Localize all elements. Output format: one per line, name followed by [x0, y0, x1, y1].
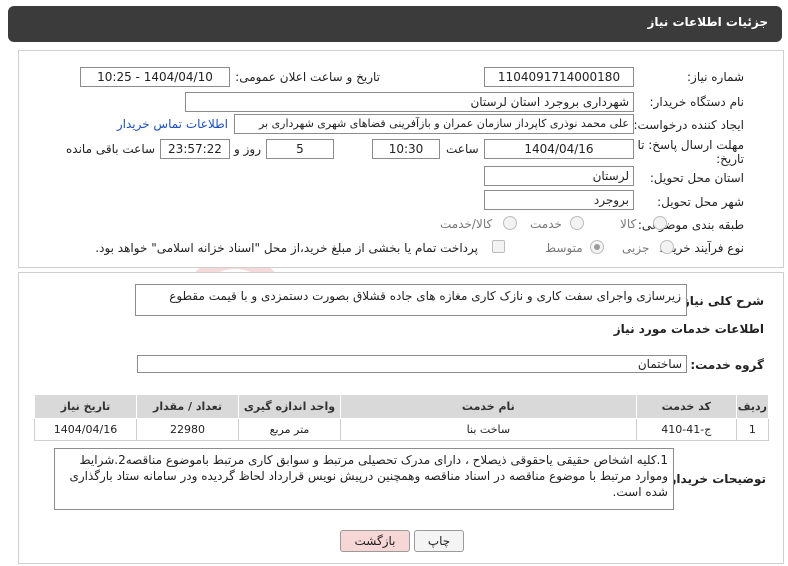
announce-date-field[interactable]: 1404/04/10 - 10:25: [80, 67, 230, 87]
summary-label: شرح کلی نیاز:: [678, 294, 764, 308]
city-field[interactable]: بروجرد: [484, 190, 634, 210]
remaining-label: ساعت باقی مانده: [66, 142, 156, 156]
service-group-field[interactable]: ساختمان: [137, 355, 687, 373]
cell-need-date: 1404/04/16: [33, 418, 138, 441]
col-need-date: تاریخ نیاز: [33, 394, 138, 419]
deadline-time-field[interactable]: 10:30: [372, 139, 440, 159]
treasury-payment-note: پرداخت تمام یا بخشی از مبلغ خرید،از محل …: [95, 241, 478, 255]
deadline-date-label: تاریخ:: [716, 152, 744, 166]
cell-service-name: ساخت بنا: [339, 418, 637, 441]
buyer-org-label: نام دستگاه خریدار:: [649, 95, 745, 109]
requester-field[interactable]: علی محمد نوذری کاپرداز سازمان عمران و با…: [234, 114, 634, 134]
summary-textarea[interactable]: زیرسازی واجرای سفت کاری و نازک کاری مغاز…: [135, 284, 687, 316]
table-header-row: ردیف کد خدمت نام خدمت واحد اندازه گیری ت…: [33, 394, 770, 419]
col-row: ردیف: [735, 394, 770, 419]
category-goods-service-label: کالا/خدمت: [440, 217, 493, 231]
services-section-title: اطلاعات خدمات مورد نیاز: [613, 322, 764, 336]
announce-date-label: تاریخ و ساعت اعلان عمومی:: [235, 70, 380, 84]
process-medium-label: متوسط: [545, 241, 583, 255]
category-service-radio[interactable]: [570, 216, 584, 230]
days-remaining-field[interactable]: 5: [266, 139, 334, 159]
print-button[interactable]: چاپ: [414, 530, 464, 552]
need-number-label: شماره نیاز:: [687, 70, 744, 84]
buyer-notes-label: توضیحات خریدار:: [664, 472, 766, 486]
category-goods-service-radio[interactable]: [503, 216, 517, 230]
back-button[interactable]: بازگشت: [340, 530, 410, 552]
province-field[interactable]: لرستان: [484, 166, 634, 186]
cell-quantity: 22980: [136, 418, 239, 441]
table-row: 1 ج-41-410 ساخت بنا متر مربع 22980 1404/…: [33, 418, 770, 441]
category-goods-label: کالا: [620, 217, 637, 231]
deadline-label: مهلت ارسال پاسخ: تا: [637, 138, 744, 152]
deadline-date-field[interactable]: 1404/04/16: [484, 139, 634, 159]
process-medium-radio[interactable]: [590, 240, 604, 254]
service-group-label: گروه خدمت:: [690, 358, 764, 372]
services-table: ردیف کد خدمت نام خدمت واحد اندازه گیری ت…: [33, 394, 770, 441]
category-goods-radio[interactable]: [653, 216, 667, 230]
page-title: جزئیات اطلاعات نیاز: [647, 15, 768, 29]
buyer-notes-textarea[interactable]: 1.کلیه اشخاص حقیقی یاحقوقی ذیصلاح ، دارا…: [54, 448, 674, 510]
process-minor-label: جزیی: [622, 241, 650, 255]
need-number-field[interactable]: 1104091714000180: [484, 67, 634, 87]
category-service-label: خدمت: [530, 217, 562, 231]
col-unit: واحد اندازه گیری: [237, 394, 341, 419]
cell-row: 1: [735, 418, 770, 441]
treasury-payment-checkbox[interactable]: [492, 240, 505, 253]
buyer-contact-link[interactable]: اطلاعات تماس خریدار: [117, 117, 228, 131]
province-label: استان محل تحویل:: [649, 171, 744, 185]
requester-label: ایجاد کننده درخواست:: [633, 118, 744, 132]
remaining-time-field[interactable]: 23:57:22: [160, 139, 230, 159]
col-service-name: نام خدمت: [339, 394, 637, 419]
cell-unit: متر مربع: [237, 418, 341, 441]
col-quantity: تعداد / مقدار: [136, 394, 239, 419]
buyer-org-field[interactable]: شهرداری بروجرد استان لرستان: [185, 92, 634, 112]
deadline-time-label: ساعت: [446, 142, 479, 156]
cell-service-code: ج-41-410: [635, 418, 737, 441]
city-label: شهر محل تحویل:: [657, 195, 744, 209]
process-minor-radio[interactable]: [660, 240, 674, 254]
days-label: روز و: [234, 142, 261, 156]
col-service-code: کد خدمت: [635, 394, 737, 419]
